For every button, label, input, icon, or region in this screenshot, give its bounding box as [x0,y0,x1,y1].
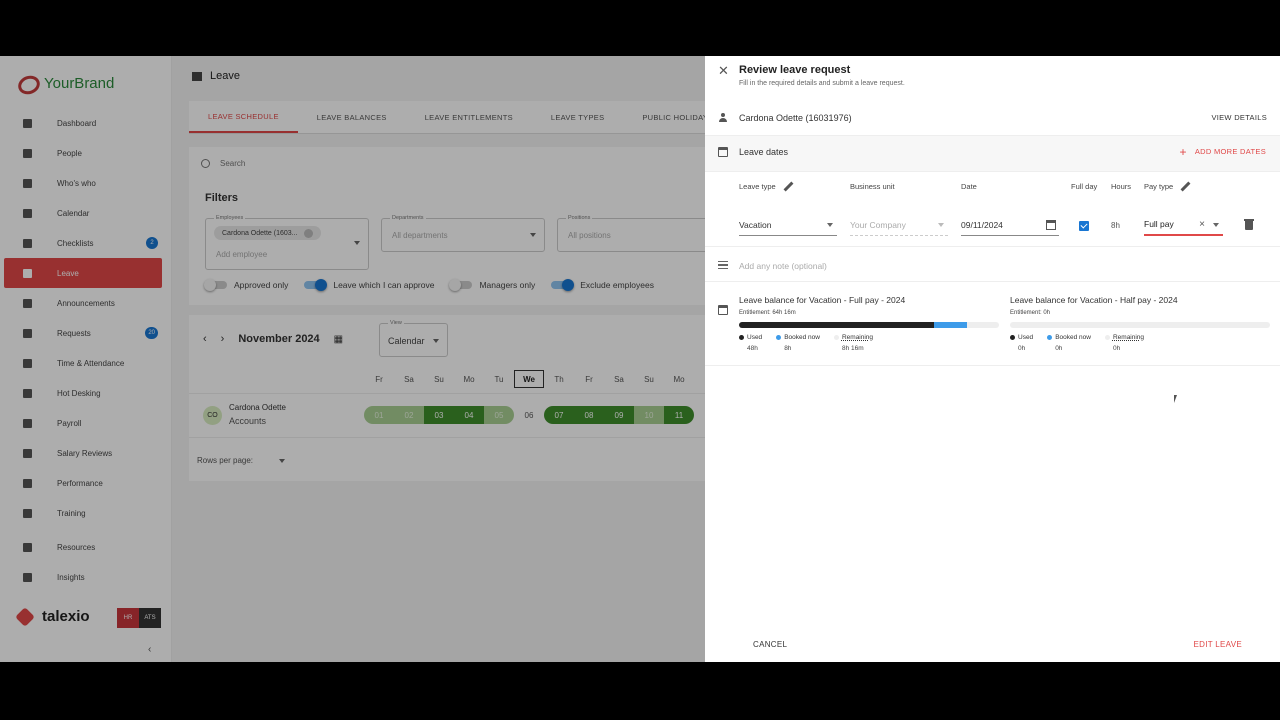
booked-value: 8h [784,345,792,352]
booked-bar [934,322,967,328]
legend-booked: Booked now 8h [776,334,820,352]
leave-dates-header: Leave dates + ADD MORE DATES [705,136,1280,172]
person-section: Cardona Odette (16031976) VIEW DETAILS [705,100,1280,136]
add-more-dates-button[interactable]: + ADD MORE DATES [1179,144,1266,159]
chevron-down-icon [938,223,944,227]
col-date: Date [961,182,977,191]
remaining-value: 0h [1112,345,1121,352]
close-icon[interactable]: ✕ [718,64,730,77]
used-value: 48h [747,345,758,352]
delete-icon[interactable] [1244,219,1254,230]
legend-label: Used [747,334,763,341]
leave-dates-title: Leave dates [739,147,789,157]
edit-pencil-icon[interactable] [1181,182,1190,191]
col-label: Leave type [739,182,776,191]
balance-bar [739,322,999,328]
view-details-button[interactable]: VIEW DETAILS [1211,113,1267,122]
full-day-checkbox[interactable] [1079,221,1089,231]
col-pay-type: Pay type [1144,182,1190,191]
legend-label: Remaining [841,334,874,341]
legend-label: Booked now [784,334,820,341]
booked-dot-icon [776,334,782,340]
legend-remaining: Remaining 0h [1104,334,1145,352]
panel-title: Review leave request [739,64,851,76]
modal-backdrop[interactable] [0,56,705,662]
leave-type-select[interactable]: Vacation [739,214,837,236]
used-bar [739,322,934,328]
plus-icon: + [1179,144,1187,159]
legend-remaining: Remaining 8h 16m [833,334,874,352]
mouse-cursor-icon [1174,395,1177,403]
calendar-icon [718,147,728,157]
legend-label: Remaining [1112,334,1145,341]
panel-footer: CANCEL EDIT LEAVE [705,626,1280,662]
col-business-unit: Business unit [850,182,895,191]
app-window: YourBrand Dashboard People Who's who Calend… [0,56,1280,662]
balance-legend: Used 48h Booked now 8h Remaining 8h 16m [739,334,999,352]
balance-full-pay: Leave balance for Vacation - Full pay - … [739,295,999,352]
legend-booked: Booked now 0h [1047,334,1091,352]
date-value: 09/11/2024 [961,219,1003,230]
person-name: Cardona Odette (16031976) [739,113,852,123]
person-icon [718,113,728,123]
balance-legend: Used 0h Booked now 0h Remaining 0h [1010,334,1270,352]
legend-used: Used 0h [1010,334,1033,352]
notes-icon [718,261,728,269]
booked-dot-icon [1047,334,1053,340]
chevron-down-icon[interactable] [1213,223,1219,227]
balance-entitlement: Entitlement: 0h [1010,310,1051,316]
date-picker-icon[interactable] [1046,220,1056,230]
business-unit-select: Your Company [850,214,948,236]
remaining-dot-icon [1104,334,1110,340]
panel-subtitle: Fill in the required details and submit … [739,80,905,87]
col-leave-type: Leave type [739,182,793,191]
business-unit-value: Your Company [850,219,906,230]
col-label: Pay type [1144,182,1174,191]
balance-entitlement: Entitlement: 64h 16m [739,310,796,316]
add-more-dates-label: ADD MORE DATES [1194,147,1266,156]
pay-type-value: Full pay [1144,219,1174,229]
legend-label: Used [1018,334,1034,341]
col-hours: Hours [1111,182,1132,191]
col-full-day: Full day [1071,182,1098,191]
leave-type-value: Vacation [739,219,772,230]
date-input[interactable]: 09/11/2024 [961,214,1059,236]
used-dot-icon [739,334,744,340]
balance-half-pay: Leave balance for Vacation - Half pay - … [1010,295,1270,352]
legend-used: Used 48h [739,334,762,352]
remaining-value: 8h 16m [841,345,864,352]
cancel-button[interactable]: CANCEL [753,640,787,649]
chevron-down-icon [827,223,833,227]
pay-type-select[interactable]: Full pay × [1144,214,1223,236]
legend-label: Booked now [1055,334,1091,341]
booked-value: 0h [1055,345,1063,352]
note-input[interactable]: Add any note (optional) [739,261,827,271]
edit-leave-button[interactable]: EDIT LEAVE [1194,640,1243,649]
balance-title: Leave balance for Vacation - Full pay - … [739,295,906,305]
balance-bar [1010,322,1270,328]
edit-pencil-icon[interactable] [784,182,793,191]
used-dot-icon [1010,334,1015,340]
used-value: 0h [1018,345,1026,352]
remaining-dot-icon [833,334,839,340]
hours-value: 8h [1111,221,1120,230]
balance-title: Leave balance for Vacation - Half pay - … [1010,295,1178,305]
review-leave-panel: ✕ Review leave request Fill in the requi… [705,56,1280,662]
clear-icon[interactable]: × [1199,219,1205,230]
